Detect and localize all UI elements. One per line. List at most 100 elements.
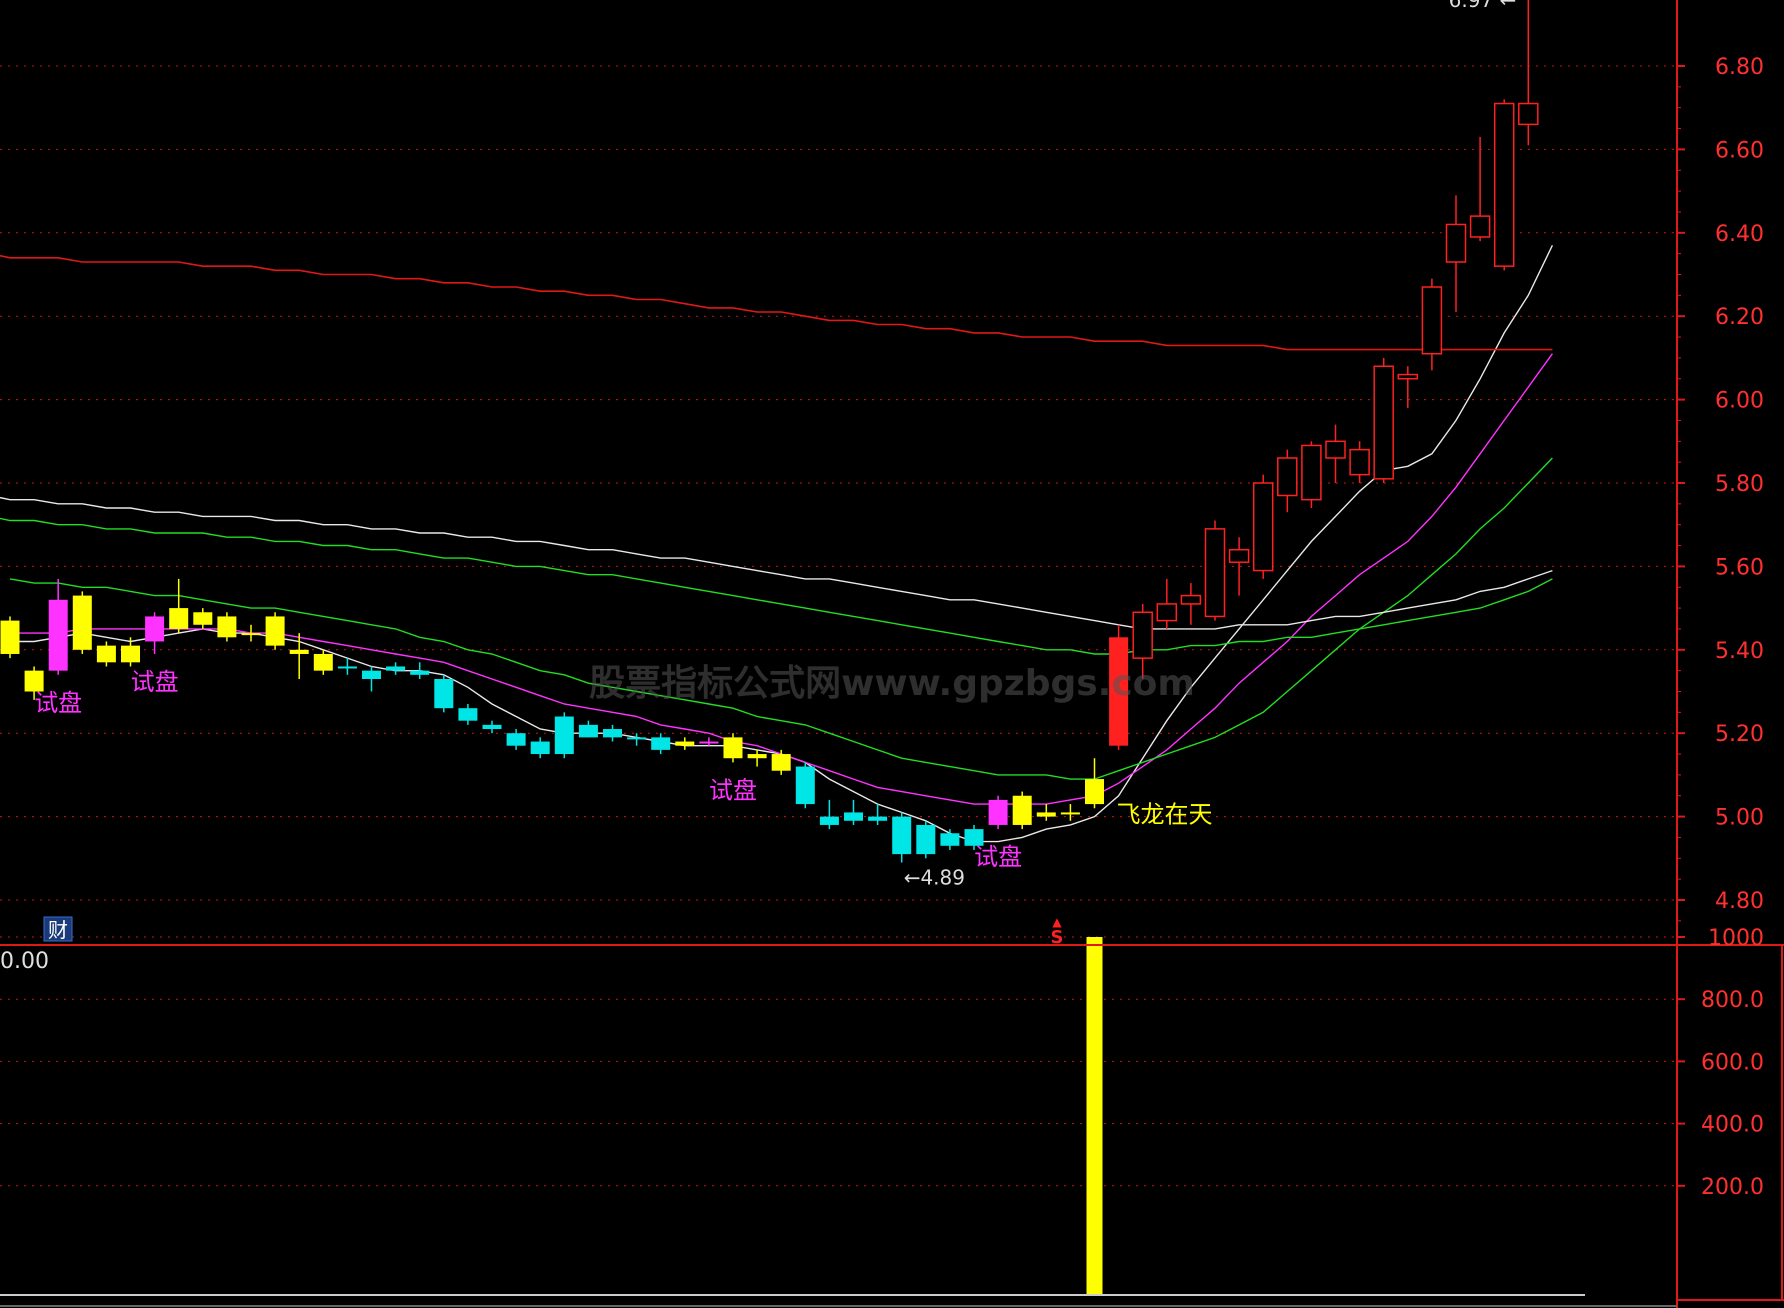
low-price-label: ←4.89 (904, 865, 965, 889)
candle-body (747, 754, 767, 759)
candle-body (1132, 611, 1153, 659)
indicator-tick-label: 600.0 (1701, 1050, 1764, 1075)
candle-body (1228, 548, 1250, 563)
candle-body (410, 670, 430, 675)
price-tick-label: 6.80 (1715, 55, 1764, 80)
indicator-bar (1086, 937, 1103, 1295)
candle-body (1445, 223, 1467, 263)
candle-body (1060, 812, 1080, 815)
candle-body (72, 595, 92, 650)
stock-chart: 试盘试盘试盘试盘飞龙在天6.97 ←←4.89 6.806.606.406.20… (0, 0, 1784, 1308)
indicator-tick-label: 200.0 (1701, 1175, 1764, 1200)
candle-body (434, 678, 454, 709)
candle-body (771, 754, 791, 771)
indicator-bars (1086, 937, 1103, 1295)
candle-body (1012, 795, 1032, 825)
s-marker[interactable]: ▲ S (1051, 915, 1064, 948)
indicator-current-value: 0.00 (0, 949, 49, 974)
candle (988, 795, 1008, 830)
candle (0, 616, 20, 659)
price-tick-label: 6.00 (1715, 389, 1764, 414)
candle (916, 820, 936, 859)
candle-body (506, 733, 526, 746)
signal-label: 飞龙在天 (1117, 800, 1213, 828)
candle (1012, 791, 1032, 830)
candle-body (675, 741, 695, 746)
candle-body (1277, 457, 1298, 497)
candle-body (1469, 215, 1491, 238)
candle-body (1301, 444, 1322, 501)
candle-body (1156, 603, 1178, 622)
candle-body (1518, 102, 1539, 126)
candle-body (1325, 440, 1346, 459)
candle-body (1349, 448, 1370, 476)
price-tick-label: 5.20 (1715, 722, 1764, 747)
candle-body (48, 599, 68, 671)
price-tick-label: 6.60 (1715, 138, 1764, 163)
candle (795, 762, 815, 809)
candle-body (482, 724, 502, 730)
candle-body (1180, 594, 1202, 605)
candle-body (916, 824, 936, 855)
s-marker-label: S (1051, 927, 1064, 948)
indicator-tick-label: 400.0 (1701, 1113, 1764, 1138)
candle-body (458, 708, 478, 721)
candle-body (554, 716, 574, 755)
candle-body (0, 620, 20, 654)
candle-body (868, 816, 888, 821)
price-tick-label: 4.80 (1715, 889, 1764, 914)
candle-body (313, 653, 333, 671)
test-label: 试盘 (974, 843, 1022, 871)
candle-body (819, 816, 839, 825)
finance-badge[interactable]: 财 (43, 916, 73, 942)
candle-body (530, 741, 550, 755)
candle-body (988, 799, 1008, 825)
price-tick-label: 5.80 (1715, 472, 1764, 497)
candle-body (892, 816, 912, 855)
candle-body (1493, 102, 1515, 267)
candle-body (1204, 528, 1226, 618)
candle (723, 733, 743, 763)
high-price-label: 6.97 ← (1449, 0, 1517, 12)
candle-body (651, 737, 671, 750)
candle (434, 674, 454, 713)
price-tick-label: 5.40 (1715, 639, 1764, 664)
candle-body (1421, 286, 1443, 355)
candle-body (578, 724, 598, 738)
candle-body (265, 616, 285, 646)
candle-body (362, 670, 381, 679)
candle (217, 612, 237, 642)
candle (1373, 357, 1394, 483)
candle-body (121, 645, 140, 663)
price-tick-label: 6.40 (1715, 222, 1764, 247)
candle (1204, 520, 1226, 621)
price-tick-label: 6.20 (1715, 305, 1764, 330)
price-tick-label: 5.60 (1715, 555, 1764, 580)
finance-badge-label: 财 (48, 918, 68, 942)
candle-body (217, 616, 237, 638)
candle-body (145, 616, 165, 642)
candle-body (337, 666, 357, 669)
candle-body (169, 608, 189, 629)
chart-background (0, 0, 1784, 1308)
candle-body (627, 737, 647, 740)
watermark-text: 股票指标公式网www.gpzbgs.com (589, 663, 1195, 704)
candle (1301, 441, 1322, 509)
candle-body (289, 649, 309, 654)
candle-body (1373, 365, 1394, 480)
candle-body (386, 666, 406, 671)
candle-body (96, 645, 116, 663)
candle-body (1036, 812, 1056, 817)
candle (554, 712, 574, 759)
candle-body (699, 741, 719, 744)
candle-body (795, 766, 815, 805)
test-label: 试盘 (131, 668, 179, 696)
test-label: 试盘 (34, 689, 82, 717)
price-tick-label: 5.00 (1715, 806, 1764, 831)
candle (72, 591, 92, 654)
candle-body (940, 833, 960, 846)
candle-body (844, 812, 863, 821)
candle (265, 612, 285, 650)
test-label: 试盘 (709, 776, 757, 804)
candle-body (241, 633, 261, 636)
